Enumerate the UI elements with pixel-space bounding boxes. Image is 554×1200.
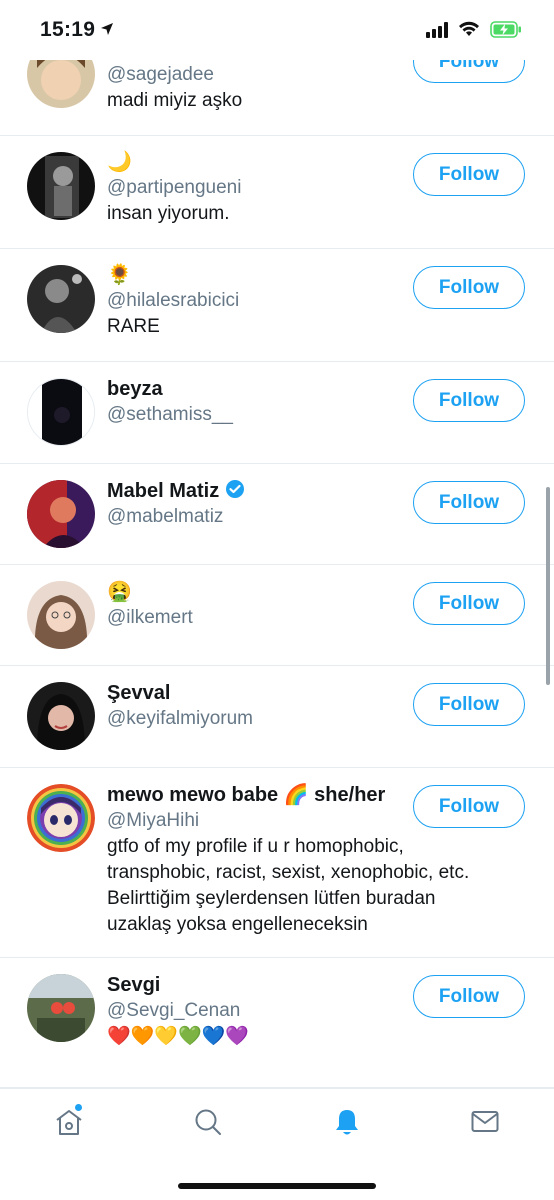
list-item[interactable]: 🤮 @ilkemert Follow <box>0 565 554 666</box>
follow-button[interactable]: Follow <box>413 266 525 309</box>
cellular-signal-icon <box>426 22 448 38</box>
tab-notifications[interactable] <box>332 1107 362 1137</box>
user-handle: @ilkemert <box>107 607 193 628</box>
user-display-name: 🤮 <box>107 581 132 603</box>
avatar[interactable] <box>27 581 95 649</box>
list-item[interactable]: 🌻 @hilalesrabicici RARE Follow <box>0 249 554 362</box>
followers-list: @sagejadee madi miyiz aşko Follow 🌙 @par… <box>0 0 554 1088</box>
user-handle: @mabelmatiz <box>107 506 224 527</box>
follow-button[interactable]: Follow <box>413 153 525 196</box>
user-display-name: Mabel Matiz <box>107 479 404 504</box>
user-handle: @partipengueni <box>107 177 242 198</box>
user-display-name: beyza <box>107 378 163 400</box>
list-item[interactable]: Mabel Matiz @mabelmatiz Follow <box>0 464 554 565</box>
tab-search[interactable] <box>193 1107 223 1137</box>
avatar[interactable] <box>27 974 95 1042</box>
list-item[interactable]: mewo mewo babe 🌈 she/her @MiyaHihi gtfo … <box>0 768 554 958</box>
user-handle: @sethamiss__ <box>107 404 233 425</box>
user-display-name: 🌙 <box>107 151 132 173</box>
avatar[interactable] <box>27 265 95 333</box>
user-handle: @hilalesrabicici <box>107 290 240 311</box>
avatar[interactable] <box>27 378 95 446</box>
user-bio: madi miyiz aşko <box>107 90 243 111</box>
user-bio: RARE <box>107 316 160 337</box>
user-bio: gtfo of my profile if u r homophobic, tr… <box>107 836 470 935</box>
avatar[interactable] <box>27 682 95 750</box>
list-item[interactable]: 🌙 @partipengueni insan yiyorum. Follow <box>0 136 554 249</box>
follow-button[interactable]: Follow <box>413 975 525 1018</box>
bell-icon <box>336 1110 358 1135</box>
home-indicator[interactable] <box>178 1183 376 1189</box>
user-display-name: 🌻 <box>107 264 132 286</box>
user-bio: ❤️🧡💛💚💙💜 <box>107 1026 249 1047</box>
scroll-indicator[interactable] <box>546 487 550 685</box>
mail-icon <box>471 1111 499 1132</box>
tab-home[interactable] <box>54 1104 84 1137</box>
status-time: 15:19 <box>40 18 96 41</box>
user-display-name: Sevgi <box>107 974 161 996</box>
avatar[interactable] <box>27 480 95 548</box>
home-unread-dot <box>75 1104 82 1111</box>
search-icon <box>195 1109 221 1135</box>
user-handle: @Sevgi_Cenan <box>107 1000 241 1021</box>
follow-button[interactable]: Follow <box>413 379 525 422</box>
user-bio: insan yiyorum. <box>107 203 230 224</box>
battery-charging-icon <box>490 21 521 38</box>
wifi-icon <box>459 21 479 36</box>
location-arrow-icon <box>101 23 113 35</box>
follow-button[interactable]: Follow <box>413 481 525 524</box>
status-bar: 15:19 <box>0 0 554 60</box>
list-item[interactable]: Şevval @keyifalmiyorum Follow <box>0 666 554 768</box>
user-handle: @sagejadee <box>107 64 214 85</box>
avatar[interactable] <box>27 152 95 220</box>
user-display-name-text: Mabel Matiz <box>107 480 220 502</box>
tab-messages[interactable] <box>470 1107 500 1137</box>
list-item[interactable]: beyza @sethamiss__ Follow <box>0 362 554 464</box>
verified-badge-icon <box>226 480 245 498</box>
user-display-name: Şevval <box>107 682 171 704</box>
list-item[interactable]: Sevgi @Sevgi_Cenan ❤️🧡💛💚💙💜 Follow <box>0 958 554 1088</box>
user-handle: @keyifalmiyorum <box>107 708 253 729</box>
avatar[interactable] <box>27 784 95 852</box>
follow-button[interactable]: Follow <box>413 683 525 726</box>
follow-button[interactable]: Follow <box>413 785 525 828</box>
home-icon <box>56 1110 82 1135</box>
follow-button[interactable]: Follow <box>413 582 525 625</box>
